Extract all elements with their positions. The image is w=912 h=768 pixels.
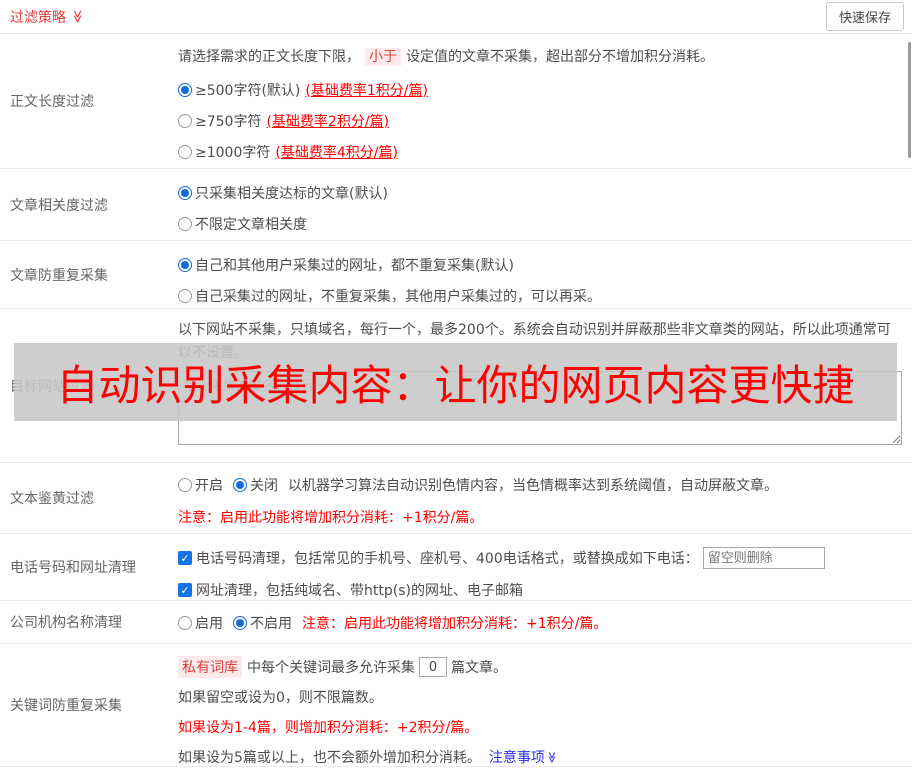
row-company-clean: 公司机构名称清理 启用 不启用 注意：启用此功能将增加积分消耗：+1积分/篇。	[0, 601, 912, 644]
page: 过滤策略 快速保存 正文长度过滤 请选择需求的正文长度下限， 小于设定值的文章不采…	[0, 0, 912, 768]
option-label: 自己采集过的网址，不重复采集，其他用户采集过的，可以再采。	[195, 288, 601, 305]
replacement-phone-input[interactable]	[702, 547, 825, 569]
radio-option-relevance-any[interactable]: 不限定文章相关度	[178, 208, 904, 239]
porn-filter-options: 开启 关闭 以机器学习算法自动识别色情内容，当色情概率达到系统阈值，自动屏蔽文章…	[178, 471, 904, 499]
option-label: 启用	[195, 616, 223, 632]
radio-option-dedupe-all[interactable]: 自己和其他用户采集过的网址，都不重复采集(默认)	[178, 249, 904, 280]
chevron-down-icon	[546, 751, 557, 763]
company-clean-cost-note: 注意：启用此功能将增加积分消耗：+1积分/篇。	[302, 616, 608, 632]
radio-option-company-off[interactable]: 不启用	[233, 613, 292, 633]
scrollbar-thumb[interactable]	[908, 42, 911, 158]
option-label: 关闭	[250, 478, 278, 494]
keyword-count-input[interactable]	[419, 657, 447, 677]
radio-option-company-on[interactable]: 启用	[178, 613, 223, 633]
radio-checked-icon	[178, 257, 192, 272]
private-lexicon-badge: 私有词库	[178, 656, 242, 678]
body-length-intro: 请选择需求的正文长度下限， 小于 设定值的文章不采集，超出部分不增加积分消耗。	[178, 46, 904, 68]
row-dedupe-collection: 文章防重复采集 自己和其他用户采集过的网址，都不重复采集(默认) 自己采集过的网…	[0, 241, 912, 309]
row-label: 公司机构名称清理	[10, 615, 122, 631]
radio-checked-icon	[178, 185, 192, 200]
row-label: 文章防重复采集	[10, 267, 108, 284]
row-relevance-filter: 文章相关度过滤 只采集相关度达标的文章(默认) 不限定文章相关度	[0, 169, 912, 241]
row-content: 启用 不启用 注意：启用此功能将增加积分消耗：+1积分/篇。	[170, 601, 912, 643]
fee-note: (基础费率4积分/篇)	[275, 144, 398, 161]
checkbox-label: 电话号码清理，包括常见的手机号、座机号、400电话格式，或替换成如下电话：	[196, 551, 699, 567]
radio-option-relevance-default[interactable]: 只采集相关度达标的文章(默认)	[178, 177, 904, 208]
row-content: 请选择需求的正文长度下限， 小于 设定值的文章不采集，超出部分不增加积分消耗。 ≥5…	[170, 34, 912, 168]
intro-pre: 请选择需求的正文长度下限，	[178, 49, 360, 65]
radio-option-dedupe-self[interactable]: 自己采集过的网址，不重复采集，其他用户采集过的，可以再采。	[178, 280, 904, 311]
radio-icon	[178, 113, 192, 128]
radio-icon	[178, 216, 192, 231]
keyword-note-zero: 如果留空或设为0，则不限篇数。	[178, 690, 383, 706]
porn-filter-cost-note: 注意：启用此功能将增加积分消耗：+1积分/篇。	[178, 510, 484, 526]
quick-save-button[interactable]: 快速保存	[825, 2, 904, 31]
header-bar: 过滤策略 快速保存	[0, 0, 912, 34]
less-than-badge: 小于	[365, 48, 401, 66]
row-keyword-dedupe: 关键词防重复采集 私有词库 中每个关键词最多允许采集 篇文章。 如果留空或设为0…	[0, 644, 912, 767]
company-clean-options: 启用 不启用 注意：启用此功能将增加积分消耗：+1积分/篇。	[178, 609, 904, 637]
page-title: 过滤策略	[10, 9, 66, 26]
option-label: ≥750字符	[195, 113, 262, 130]
intro-post: 设定值的文章不采集，超出部分不增加积分消耗。	[406, 49, 714, 65]
option-label: ≥1000字符	[195, 144, 271, 161]
radio-option-porn-off[interactable]: 关闭	[233, 475, 278, 495]
row-content: 自己和其他用户采集过的网址，都不重复采集(默认) 自己采集过的网址，不重复采集，…	[170, 241, 912, 308]
option-label: 不启用	[250, 616, 292, 632]
row-content: 电话号码清理，包括常见的手机号、座机号、400电话格式，或替换成如下电话： 网址…	[170, 534, 912, 600]
filter-strategy-toggle[interactable]: 过滤策略	[10, 7, 84, 27]
row-label: 关键词防重复采集	[10, 698, 122, 714]
porn-filter-description: 以机器学习算法自动识别色情内容，当色情概率达到系统阈值，自动屏蔽文章。	[288, 478, 778, 494]
option-label: 自己和其他用户采集过的网址，都不重复采集(默认)	[195, 257, 514, 274]
keyword-limit-text: 中每个关键词最多允许采集	[247, 660, 415, 676]
checkbox-checked-icon	[178, 551, 192, 565]
row-body-length-filter: 正文长度过滤 请选择需求的正文长度下限， 小于 设定值的文章不采集，超出部分不增加积…	[0, 34, 912, 169]
option-label: 不限定文章相关度	[195, 216, 307, 233]
keyword-limit-line: 私有词库 中每个关键词最多允许采集 篇文章。	[178, 652, 904, 682]
radio-icon	[178, 478, 192, 492]
row-phone-url-clean: 电话号码和网址清理 电话号码清理，包括常见的手机号、座机号、400电话格式，或替…	[0, 534, 912, 601]
ad-watermark-banner: 自动识别采集内容：让你的网页内容更快捷	[14, 343, 897, 421]
keyword-note-five-text: 如果设为5篇或以上，也不会额外增加积分消耗。	[178, 750, 481, 766]
radio-checked-icon	[233, 616, 247, 630]
fee-note: (基础费率1积分/篇)	[305, 82, 428, 99]
row-content: 只采集相关度达标的文章(默认) 不限定文章相关度	[170, 169, 912, 240]
radio-icon	[178, 616, 192, 630]
row-label: 文章相关度过滤	[10, 197, 108, 214]
radio-checked-icon	[233, 478, 247, 492]
radio-option-500[interactable]: ≥500字符(默认) (基础费率1积分/篇)	[178, 74, 904, 105]
option-label: 只采集相关度达标的文章(默认)	[195, 185, 388, 202]
ad-watermark-text: 自动识别采集内容：让你的网页内容更快捷	[56, 360, 855, 410]
option-label: ≥500字符(默认)	[195, 82, 301, 99]
row-label: 文本鉴黄过滤	[10, 491, 94, 507]
radio-icon	[178, 144, 192, 159]
fee-note: (基础费率2积分/篇)	[266, 113, 390, 130]
notice-link[interactable]: 注意事项	[489, 747, 558, 767]
option-label: 开启	[195, 478, 223, 494]
row-content: 私有词库 中每个关键词最多允许采集 篇文章。 如果留空或设为0，则不限篇数。 如…	[170, 644, 912, 766]
row-content: 开启 关闭 以机器学习算法自动识别色情内容，当色情概率达到系统阈值，自动屏蔽文章…	[170, 463, 912, 533]
radio-option-1000[interactable]: ≥1000字符 (基础费率4积分/篇)	[178, 136, 904, 167]
chevron-down-icon	[70, 10, 83, 24]
row-porn-filter: 文本鉴黄过滤 开启 关闭 以机器学习算法自动识别色情内容，当色情概率达到系统阈值…	[0, 463, 912, 534]
keyword-note-five: 如果设为5篇或以上，也不会额外增加积分消耗。 注意事项	[178, 742, 904, 768]
radio-option-porn-on[interactable]: 开启	[178, 475, 223, 495]
keyword-note-cost: 如果设为1-4篇，则增加积分消耗：+2积分/篇。	[178, 720, 479, 736]
radio-checked-icon	[178, 82, 192, 97]
radio-icon	[178, 288, 192, 303]
checkbox-phone-clean[interactable]: 电话号码清理，包括常见的手机号、座机号、400电话格式，或替换成如下电话：	[178, 542, 904, 574]
keyword-limit-suffix: 篇文章。	[451, 660, 507, 676]
notice-link-label: 注意事项	[488, 750, 545, 766]
row-label: 正文长度过滤	[10, 94, 94, 110]
checkbox-checked-icon	[178, 583, 192, 597]
checkbox-label: 网址清理，包括纯域名、带http(s)的网址、电子邮箱	[196, 583, 523, 599]
row-label: 电话号码和网址清理	[10, 560, 136, 576]
radio-option-750[interactable]: ≥750字符 (基础费率2积分/篇)	[178, 105, 904, 136]
